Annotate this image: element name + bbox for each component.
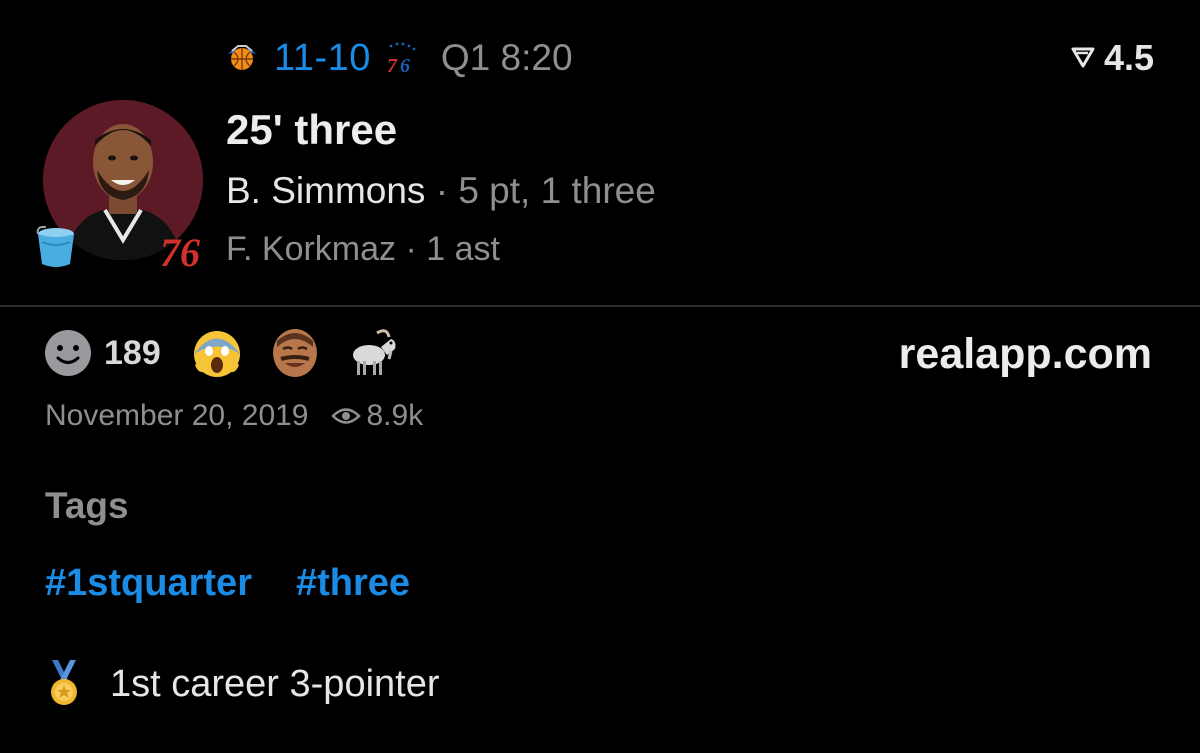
svg-text:6: 6 — [400, 55, 410, 76]
team-badge-76: 76 — [160, 230, 200, 270]
site-watermark: realapp.com — [898, 330, 1152, 378]
play-title: 25' three — [226, 106, 398, 153]
eye-icon — [330, 408, 361, 424]
add-reaction-smiley-icon[interactable] — [44, 329, 92, 377]
svg-text:7: 7 — [387, 55, 398, 76]
sixers-logo-icon: 7 6 — [387, 42, 416, 76]
post-date: November 20, 2019 — [45, 399, 309, 432]
bucket-icon — [36, 225, 74, 267]
tags-heading: Tags — [45, 485, 129, 526]
tag-three[interactable]: #three — [296, 562, 410, 605]
game-score-bar[interactable]: 11-10 7 6 Q1 8:20 — [224, 34, 573, 82]
view-count-value: 8.9k — [366, 399, 424, 432]
reactions-bar[interactable]: 189 — [44, 326, 425, 380]
achievement-text: 1st career 3-pointer — [110, 662, 440, 705]
game-score: 11-10 — [274, 36, 371, 79]
divider — [0, 305, 1200, 307]
medal-icon — [51, 660, 77, 705]
knicks-basketball-icon — [228, 45, 256, 70]
tag-list: #1stquarter #three — [45, 562, 454, 605]
assist-line[interactable]: F. Korkmaz · 1 ast — [226, 230, 500, 269]
svg-text:76: 76 — [160, 230, 200, 270]
vote-value: 4.5 — [1103, 37, 1154, 78]
post-meta: November 20, 2019 8.9k — [45, 396, 423, 436]
tag-1stquarter[interactable]: #1stquarter — [45, 562, 252, 605]
vote-score[interactable]: 4.5 — [1070, 34, 1154, 82]
screaming-face-emoji[interactable] — [191, 327, 243, 379]
vote-arrow-icon — [1071, 47, 1095, 68]
laughing-man-emoji[interactable] — [269, 327, 321, 379]
game-clock: Q1 8:20 — [440, 37, 573, 78]
goat-emoji[interactable] — [347, 327, 399, 379]
scorer-stat: 5 pt, 1 three — [458, 170, 656, 211]
achievement: 1st career 3-pointer — [44, 660, 440, 708]
scorer-line[interactable]: B. Simmons · 5 pt, 1 three — [226, 170, 656, 212]
scorer-name[interactable]: B. Simmons — [226, 170, 425, 211]
reaction-count: 189 — [104, 333, 161, 372]
separator: · — [435, 170, 449, 211]
view-count: 8.9k — [330, 399, 424, 433]
